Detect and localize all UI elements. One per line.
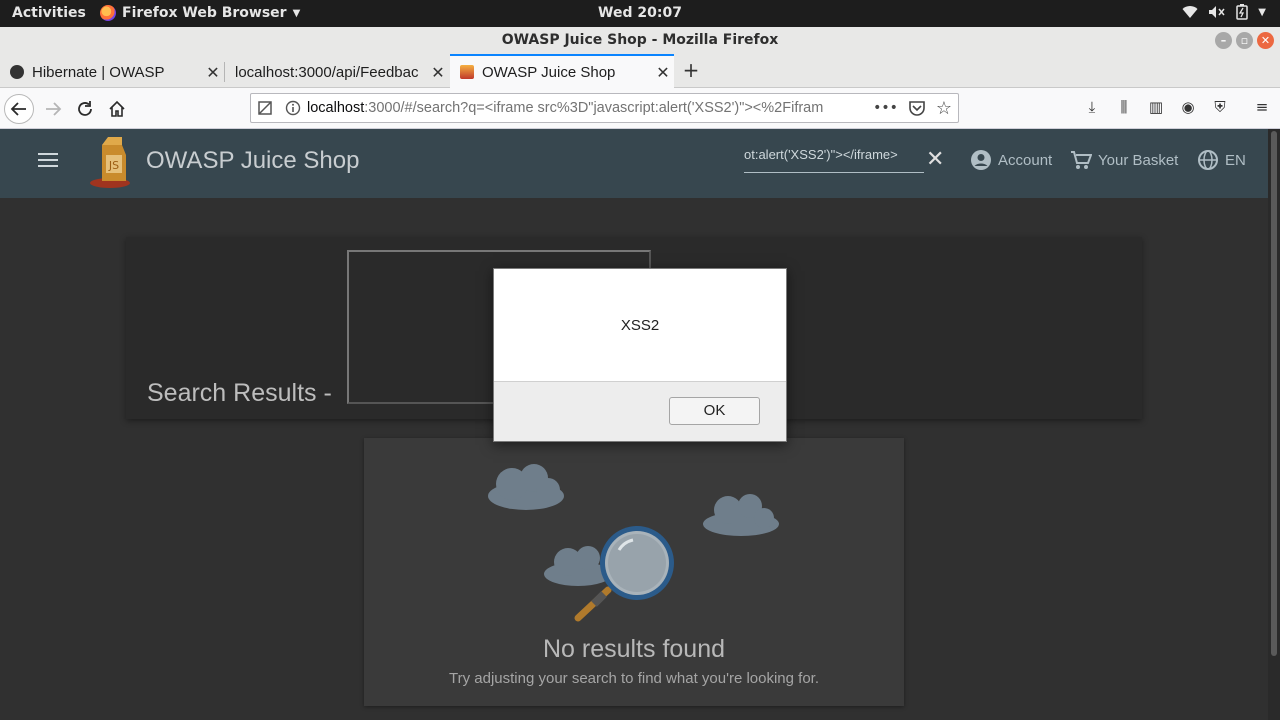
minimize-button[interactable]: –: [1215, 32, 1232, 49]
tab-label: Hibernate | OWASP: [32, 63, 165, 81]
ublock-shield-icon[interactable]: ⛨: [1210, 98, 1230, 116]
download-icon[interactable]: ⤓: [1082, 98, 1102, 116]
tab-juice-shop[interactable]: OWASP Juice Shop ✕: [450, 54, 674, 88]
basket-button[interactable]: Your Basket: [1070, 149, 1178, 171]
battery-icon: [1236, 4, 1249, 20]
window-title: OWASP Juice Shop - Mozilla Firefox: [501, 32, 779, 48]
home-icon: [109, 100, 125, 117]
tab-label: OWASP Juice Shop: [482, 63, 616, 81]
new-tab-button[interactable]: +: [680, 58, 702, 82]
account-circle-icon: [971, 150, 991, 170]
no-results-title: No results found: [542, 635, 726, 663]
alert-dialog: XSS2 OK: [493, 268, 787, 442]
scrollbar-thumb[interactable]: [1271, 131, 1277, 656]
juice-shop-favicon-icon: [460, 65, 474, 79]
tab-strip: Hibernate | OWASP ✕ localhost:3000/api/F…: [0, 54, 1280, 88]
activities-button[interactable]: Activities: [12, 5, 86, 21]
url-host: localhost: [307, 100, 365, 116]
no-results-subtitle: Try adjusting your search to find what y…: [449, 670, 819, 687]
close-icon[interactable]: ✕: [652, 63, 674, 82]
account-label: Account: [998, 151, 1053, 169]
search-input[interactable]: ot:alert('XSS2')"></iframe>: [744, 147, 924, 173]
shopping-cart-icon: [1071, 151, 1092, 169]
forward-arrow-icon: [46, 102, 62, 116]
menu-icon: [38, 153, 58, 167]
svg-text:JS: JS: [108, 159, 119, 172]
tab-hibernate[interactable]: Hibernate | OWASP ✕: [0, 56, 224, 88]
forward-button[interactable]: [38, 94, 68, 124]
search-results-heading: Search Results -: [147, 379, 332, 407]
account-button[interactable]: Account: [970, 149, 1052, 171]
close-icon[interactable]: ✕: [427, 63, 449, 82]
language-button[interactable]: EN: [1197, 149, 1246, 171]
browser-toolbar-right: ⤓ ⫼ ▥ ◉ ⛨ ≡: [1082, 98, 1280, 116]
tracking-protection-icon[interactable]: [257, 100, 273, 116]
close-icon[interactable]: ✕: [202, 63, 224, 82]
no-results-card: No results found Try adjusting your sear…: [364, 438, 904, 706]
system-tray[interactable]: ▼: [1182, 4, 1266, 20]
language-label: EN: [1225, 151, 1246, 169]
navigation-bar: localhost:3000/#/search?q=<iframe src%3D…: [0, 88, 1280, 129]
home-button[interactable]: [102, 94, 132, 124]
back-button[interactable]: [4, 94, 34, 124]
globe-icon: [1198, 150, 1218, 170]
alert-footer: OK: [494, 381, 786, 441]
url-bar[interactable]: localhost:3000/#/search?q=<iframe src%3D…: [250, 93, 959, 123]
maximize-button[interactable]: ▫: [1236, 32, 1253, 49]
app-menu[interactable]: Firefox Web Browser ▼: [100, 5, 300, 21]
basket-label: Your Basket: [1098, 151, 1179, 169]
sidebar-icon[interactable]: ▥: [1146, 98, 1166, 116]
clear-search-button[interactable]: ✕: [926, 147, 944, 173]
alert-ok-button[interactable]: OK: [669, 397, 760, 425]
pocket-icon[interactable]: [908, 100, 926, 116]
back-arrow-icon: [10, 102, 26, 116]
bookmark-star-icon[interactable]: ☆: [936, 98, 952, 119]
reload-button[interactable]: [70, 94, 100, 124]
juice-shop-logo-icon[interactable]: JS: [88, 135, 138, 189]
hibernate-favicon-icon: [10, 65, 24, 79]
wifi-icon: [1182, 6, 1198, 19]
library-icon[interactable]: ⫼: [1114, 98, 1134, 116]
url-path: :3000/#/search?q=<iframe src%3D"javascri…: [364, 100, 824, 116]
hamburger-menu-icon[interactable]: ≡: [1252, 98, 1272, 116]
system-top-bar: Activities Firefox Web Browser ▼ Wed 20:…: [0, 0, 1280, 27]
side-menu-button[interactable]: [36, 151, 60, 175]
app-title[interactable]: OWASP Juice Shop: [146, 147, 359, 175]
firefox-icon: [100, 5, 116, 21]
window-titlebar: OWASP Juice Shop - Mozilla Firefox – ▫ ✕: [0, 27, 1280, 54]
info-icon[interactable]: [285, 100, 301, 116]
chevron-down-icon: ▼: [1258, 6, 1266, 18]
url-status-icons[interactable]: [251, 100, 307, 116]
chevron-down-icon: ▼: [292, 7, 301, 19]
volume-muted-icon: [1209, 6, 1225, 18]
search-input-value: ot:alert('XSS2')"></iframe>: [744, 147, 898, 162]
url-text[interactable]: localhost:3000/#/search?q=<iframe src%3D…: [307, 100, 873, 116]
tab-feedback-api[interactable]: localhost:3000/api/Feedbac ✕: [225, 56, 449, 88]
app-menu-label: Firefox Web Browser: [122, 5, 287, 21]
no-results-illustration-icon: [488, 464, 779, 622]
app-toolbar: JS OWASP Juice Shop ot:alert('XSS2')"></…: [0, 129, 1268, 198]
tab-label: localhost:3000/api/Feedbac: [235, 63, 419, 81]
url-actions: ••• ☆: [873, 98, 958, 119]
alert-message: XSS2: [620, 317, 660, 334]
reload-icon: [78, 101, 92, 116]
page-actions-icon[interactable]: •••: [873, 100, 898, 116]
extension-icon[interactable]: ◉: [1178, 98, 1198, 116]
window-controls: – ▫ ✕: [1215, 32, 1274, 49]
page-scrollbar[interactable]: [1268, 129, 1280, 720]
close-window-button[interactable]: ✕: [1257, 32, 1274, 49]
